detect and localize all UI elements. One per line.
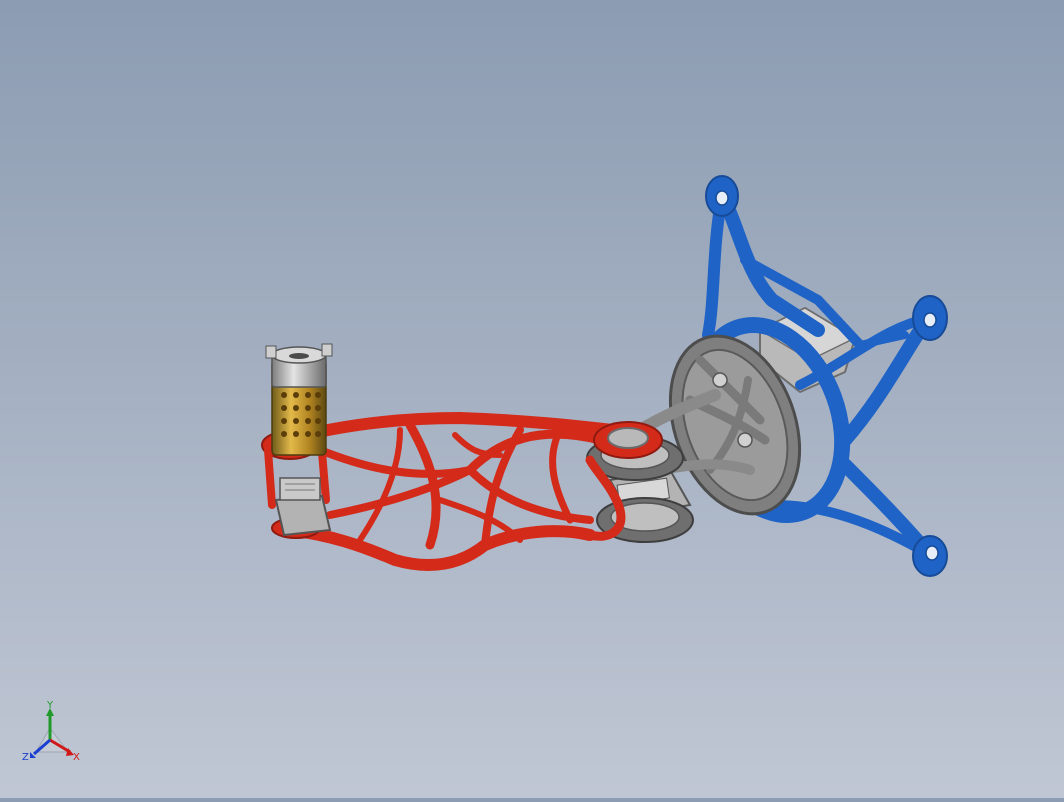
z-axis-label: Z <box>22 752 29 763</box>
wrist-motor[interactable] <box>265 343 333 456</box>
mount-lug-bottom <box>912 535 948 577</box>
cad-viewport[interactable]: Y X Z <box>0 0 1064 798</box>
y-axis-label: Y <box>46 700 54 711</box>
orientation-triad: Y X Z <box>18 700 88 770</box>
red-elbow-ring <box>593 421 663 459</box>
mount-lug-top <box>705 175 739 217</box>
robot-arm-assembly[interactable] <box>0 0 1064 798</box>
x-axis-label: X <box>73 752 80 763</box>
mount-lug-right <box>912 295 948 341</box>
